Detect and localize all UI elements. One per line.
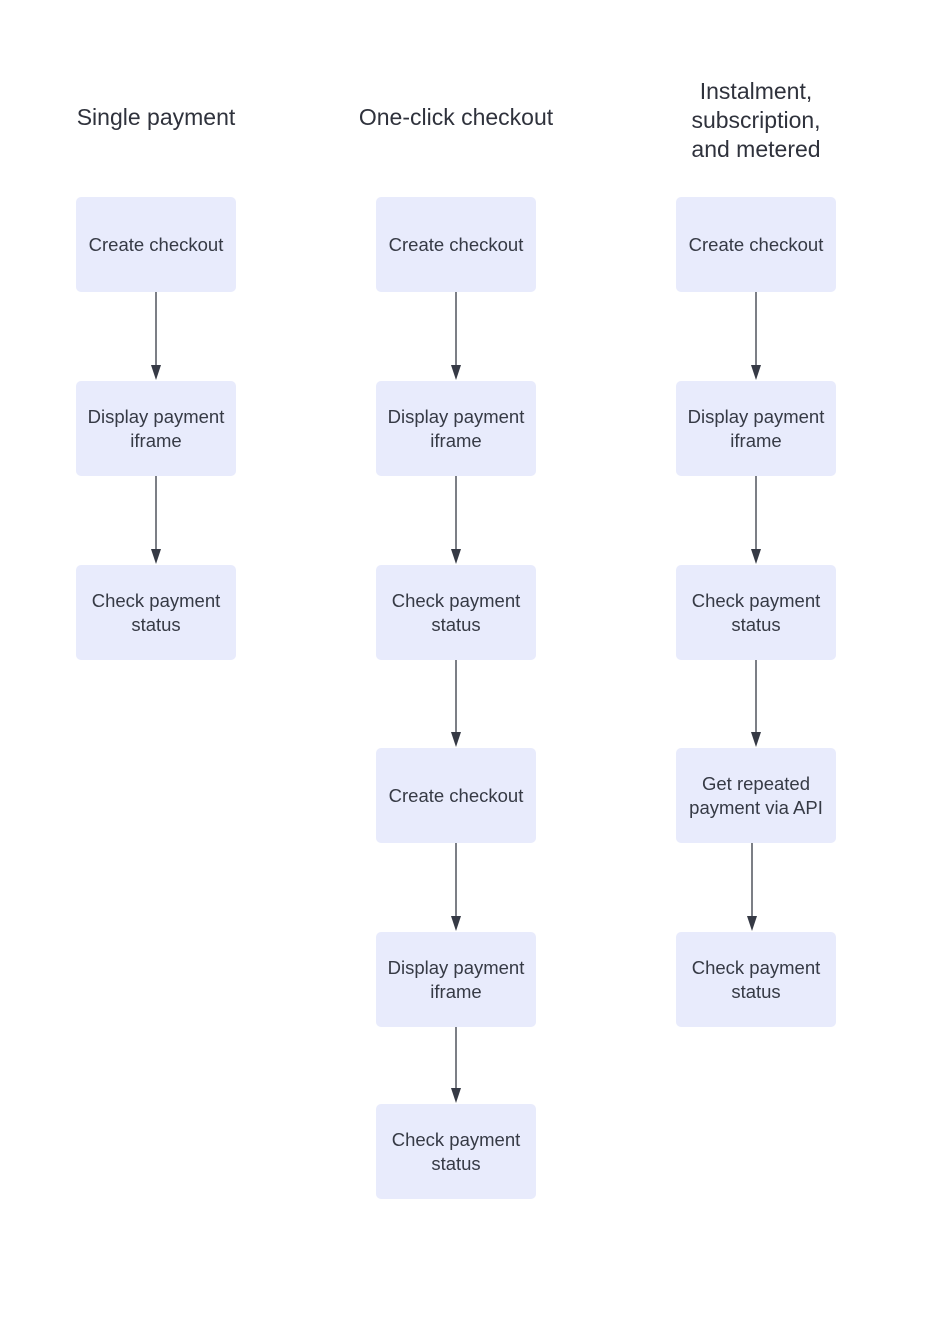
arrow-head-icon (751, 549, 761, 564)
step-label: Get repeated payment via API (689, 772, 823, 818)
arrow-head-icon (151, 365, 161, 380)
step-label: Create checkout (688, 233, 824, 255)
step-label: Check payment status (391, 1128, 521, 1174)
step-label: Display payment iframe (387, 405, 525, 451)
step-label: Check payment status (391, 589, 521, 635)
step-label: Create checkout (388, 233, 524, 255)
single-payment-step-1: Create checkout (76, 197, 236, 292)
arrow-head-icon (451, 549, 461, 564)
instalment-step-3: Check payment status (676, 565, 836, 660)
instalment-step-1: Create checkout (676, 197, 836, 292)
step-label: Check payment status (91, 589, 221, 635)
arrow-head-icon (747, 916, 757, 931)
arrow-head-icon (451, 732, 461, 747)
step-label: Check payment status (691, 956, 821, 1002)
step-label: Display payment iframe (387, 956, 525, 1002)
arrow-head-icon (751, 732, 761, 747)
single-payment-step-3: Check payment status (76, 565, 236, 660)
instalment-step-5: Check payment status (676, 932, 836, 1027)
step-label: Display payment iframe (687, 405, 825, 451)
one-click-checkout-step-3: Check payment status (376, 565, 536, 660)
one-click-checkout-step-2: Display payment iframe (376, 381, 536, 476)
arrow-head-icon (451, 365, 461, 380)
one-click-checkout-step-6: Check payment status (376, 1104, 536, 1199)
step-label: Check payment status (691, 589, 821, 635)
single-payment-step-2: Display payment iframe (76, 381, 236, 476)
instalment-step-2: Display payment iframe (676, 381, 836, 476)
one-click-checkout-step-4: Create checkout (376, 748, 536, 843)
one-click-checkout-step-5: Display payment iframe (376, 932, 536, 1027)
arrow-head-icon (751, 365, 761, 380)
step-label: Display payment iframe (87, 405, 225, 451)
one-click-checkout-step-1: Create checkout (376, 197, 536, 292)
step-label: Create checkout (388, 784, 524, 806)
arrow-head-icon (451, 1088, 461, 1103)
step-label: Create checkout (88, 233, 224, 255)
arrow-head-icon (451, 916, 461, 931)
arrow-head-icon (151, 549, 161, 564)
instalment-step-4: Get repeated payment via API (676, 748, 836, 843)
